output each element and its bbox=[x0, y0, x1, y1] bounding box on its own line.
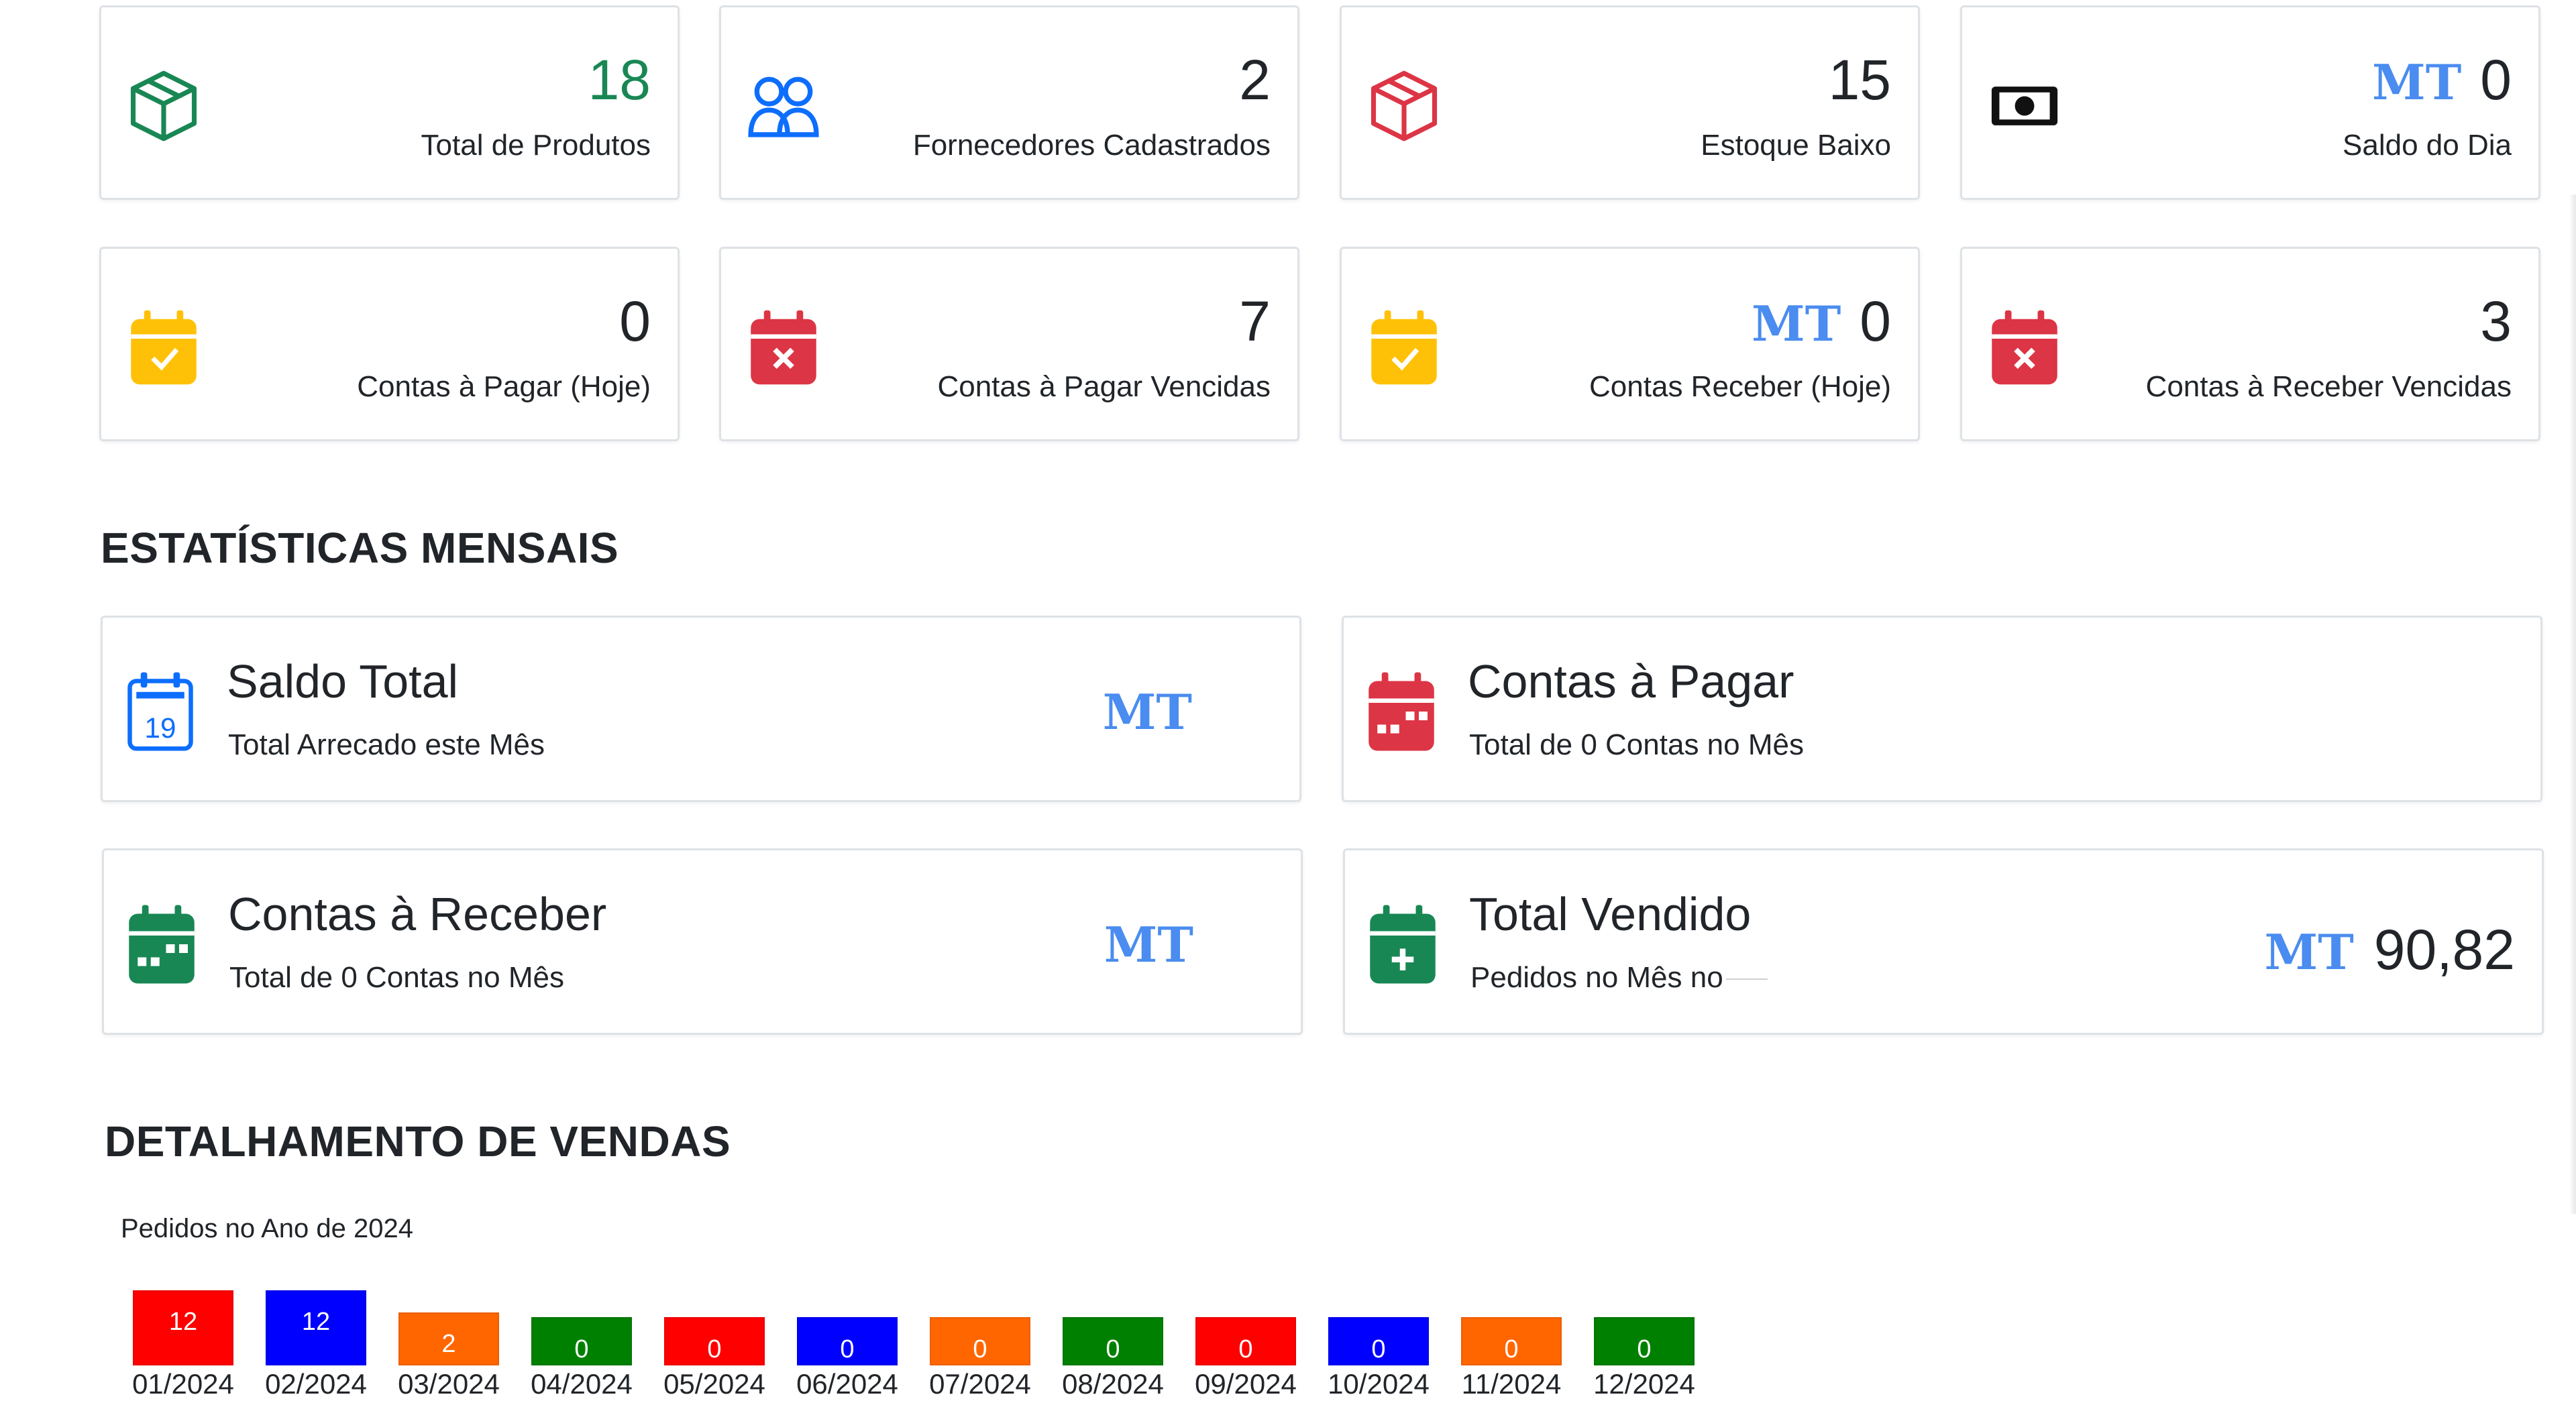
people-icon bbox=[747, 66, 820, 146]
blank-underline bbox=[1725, 978, 1768, 980]
chart-subtitle: Pedidos no Ano de 2024 bbox=[121, 1214, 413, 1243]
chart-bar: 0 bbox=[1328, 1317, 1429, 1365]
chart-bar: 0 bbox=[1063, 1317, 1163, 1365]
stat-value: MT 0 bbox=[2372, 46, 2512, 116]
stat-card-4: MT 0 Saldo do Dia bbox=[1960, 5, 2540, 200]
calendar-x-icon bbox=[1988, 308, 2061, 387]
monthly-card-2: Contas à Pagar Total de 0 Contas no Mês bbox=[1342, 616, 2542, 802]
stat-value: 15 bbox=[1829, 46, 1891, 113]
stat-label: Contas Receber (Hoje) bbox=[1589, 370, 1891, 403]
calendar-check-icon bbox=[127, 308, 201, 387]
stat-card-2: 2 Fornecedores Cadastrados bbox=[719, 5, 1299, 200]
chart-x-label: 10/2024 bbox=[1328, 1368, 1430, 1400]
stat-number: 0 bbox=[619, 290, 651, 353]
stat-number: 2 bbox=[1239, 48, 1271, 111]
monthly-value: MT bbox=[1104, 916, 1193, 973]
chart-bar: 0 bbox=[930, 1317, 1030, 1365]
monthly-subtitle: Total de 0 Contas no Mês bbox=[229, 959, 564, 997]
chart-bar: 0 bbox=[1461, 1317, 1562, 1365]
calendar-19-icon: 19 bbox=[125, 670, 199, 753]
chart-x-label: 07/2024 bbox=[929, 1368, 1031, 1400]
chart-x-label: 05/2024 bbox=[663, 1368, 765, 1400]
svg-text:19: 19 bbox=[145, 712, 176, 744]
stat-label: Contas à Pagar (Hoje) bbox=[357, 370, 651, 403]
monthly-title: Contas à Receber bbox=[228, 888, 607, 940]
monthly-title: Total Vendido bbox=[1469, 888, 1752, 940]
cash-icon bbox=[1988, 66, 2061, 146]
stat-label: Contas à Receber Vencidas bbox=[2145, 370, 2512, 403]
stat-number: 7 bbox=[1239, 290, 1271, 353]
page-edge bbox=[2569, 194, 2576, 1214]
monthly-title: Saldo Total bbox=[227, 655, 459, 708]
currency-label: MT bbox=[1102, 683, 1192, 740]
stat-value: 2 bbox=[1239, 46, 1271, 113]
stat-card-7: MT 0 Contas Receber (Hoje) bbox=[1340, 247, 1920, 441]
monthly-subtitle: Pedidos no Mês no bbox=[1470, 959, 1768, 997]
stat-number: 15 bbox=[1828, 48, 1891, 111]
calendar-x-icon bbox=[747, 308, 820, 387]
stat-number: 3 bbox=[2480, 290, 2512, 353]
monthly-subtitle: Total Arrecado este Mês bbox=[228, 726, 545, 764]
calendar-event-icon bbox=[127, 903, 201, 986]
calendar-check-icon bbox=[1367, 308, 1441, 387]
stat-value: 3 bbox=[2480, 288, 2512, 355]
chart-bar: 0 bbox=[1594, 1317, 1695, 1365]
stat-value: 7 bbox=[1239, 288, 1271, 355]
currency-label: MT bbox=[2264, 923, 2354, 980]
chart-bar: 12 bbox=[266, 1290, 366, 1365]
currency-label: MT bbox=[1752, 295, 1841, 352]
monthly-subtitle-text: Total Arrecado este Mês bbox=[228, 728, 545, 761]
chart-x-label: 04/2024 bbox=[531, 1368, 633, 1400]
box-icon bbox=[127, 66, 201, 146]
chart-x-label: 03/2024 bbox=[398, 1368, 500, 1400]
chart-x-label: 09/2024 bbox=[1195, 1368, 1297, 1400]
stat-card-1: 18 Total de Produtos bbox=[99, 5, 680, 200]
chart-x-label: 06/2024 bbox=[796, 1368, 898, 1400]
monthly-card-3: Contas à Receber Total de 0 Contas no Mê… bbox=[102, 848, 1303, 1035]
stat-card-3: 15 Estoque Baixo bbox=[1340, 5, 1920, 200]
stat-label: Estoque Baixo bbox=[1701, 129, 1891, 162]
monthly-card-1: 19 Saldo Total Total Arrecado este Mês M… bbox=[101, 616, 1301, 802]
calendar-plus-icon bbox=[1368, 903, 1442, 986]
sales-section-title: DETALHAMENTO DE VENDAS bbox=[105, 1117, 731, 1166]
monthly-card-4: Total Vendido Pedidos no Mês no MT 90,82 bbox=[1343, 848, 2544, 1035]
stat-label: Fornecedores Cadastrados bbox=[912, 129, 1271, 162]
chart-bar: 12 bbox=[133, 1290, 233, 1365]
chart-x-label: 11/2024 bbox=[1461, 1368, 1562, 1400]
monthly-subtitle: Total de 0 Contas no Mês bbox=[1469, 726, 1804, 764]
stat-label: Contas à Pagar Vencidas bbox=[937, 370, 1271, 403]
stat-number: 0 bbox=[2480, 48, 2512, 111]
chart-x-label: 08/2024 bbox=[1062, 1368, 1164, 1400]
stat-value: MT 0 bbox=[1752, 288, 1891, 357]
chart-bar: 2 bbox=[398, 1312, 499, 1365]
calendar-event-icon bbox=[1366, 670, 1440, 753]
monthly-value: MT 90,82 bbox=[2265, 916, 2516, 983]
chart-bar: 0 bbox=[531, 1317, 632, 1365]
stat-label: Saldo do Dia bbox=[2343, 129, 2512, 162]
chart-x-label: 02/2024 bbox=[265, 1368, 367, 1400]
stat-card-6: 7 Contas à Pagar Vencidas bbox=[719, 247, 1299, 441]
stat-number: 0 bbox=[1860, 290, 1891, 353]
chart-bar: 0 bbox=[1195, 1317, 1296, 1365]
monthly-section-title: ESTATÍSTICAS MENSAIS bbox=[101, 524, 619, 572]
monthly-subtitle-text: Total de 0 Contas no Mês bbox=[229, 961, 564, 994]
currency-label: MT bbox=[2372, 54, 2462, 111]
monthly-value: MT bbox=[1103, 683, 1192, 740]
currency-label: MT bbox=[1104, 916, 1193, 973]
stat-label: Total de Produtos bbox=[421, 129, 651, 162]
monthly-subtitle-text: Total de 0 Contas no Mês bbox=[1469, 728, 1804, 761]
stat-card-5: 0 Contas à Pagar (Hoje) bbox=[99, 247, 680, 441]
stat-card-8: 3 Contas à Receber Vencidas bbox=[1960, 247, 2540, 441]
chart-x-label: 01/2024 bbox=[132, 1368, 234, 1400]
stat-value: 18 bbox=[588, 46, 651, 113]
box-icon bbox=[1367, 66, 1441, 146]
stat-number: 18 bbox=[588, 48, 651, 111]
chart-x-label: 12/2024 bbox=[1593, 1368, 1695, 1400]
stat-value: 0 bbox=[619, 288, 651, 355]
monthly-amount: 90,82 bbox=[2373, 918, 2515, 981]
monthly-subtitle-text: Pedidos no Mês no bbox=[1470, 961, 1723, 994]
monthly-title: Contas à Pagar bbox=[1468, 655, 1794, 708]
chart-bar: 0 bbox=[797, 1317, 898, 1365]
chart-bar: 0 bbox=[664, 1317, 765, 1365]
